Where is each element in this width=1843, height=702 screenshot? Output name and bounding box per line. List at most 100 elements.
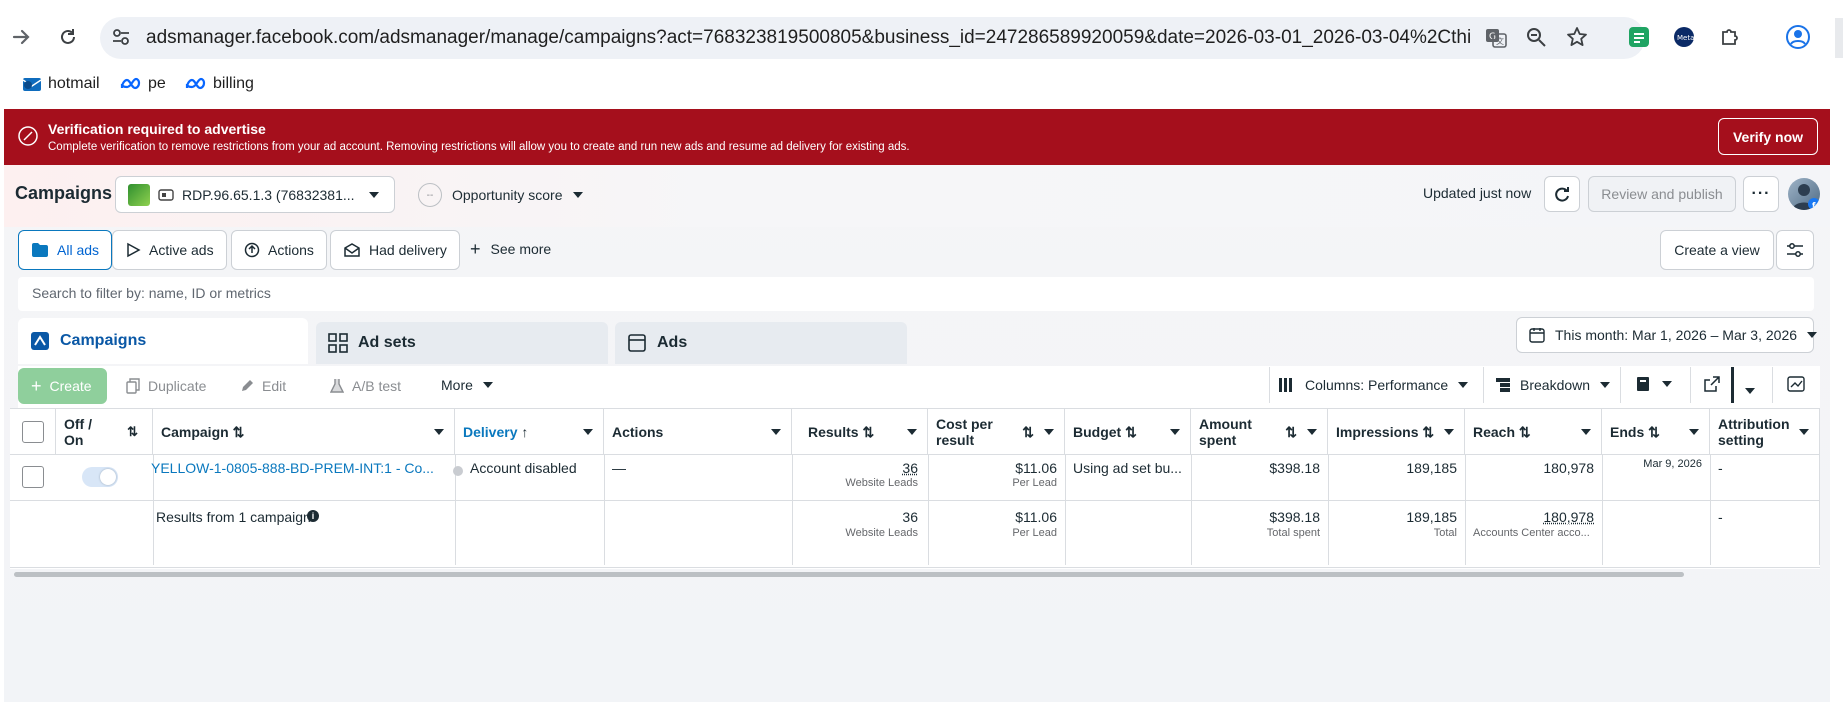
forward-icon[interactable] (5, 21, 37, 53)
breakdown-icon (1496, 378, 1510, 392)
col-header-ends[interactable]: Ends ⇅ (1602, 409, 1710, 455)
summary-impressions-subtext: Total (1433, 527, 1457, 539)
col-header-offon[interactable]: Off / On ⇅ (56, 409, 153, 455)
info-icon[interactable]: i (307, 510, 319, 522)
zoom-out-icon[interactable] (1525, 26, 1547, 48)
view-settings-button[interactable] (1776, 230, 1814, 270)
chevron-down-icon (1307, 428, 1317, 435)
campaigns-table: Off / On ⇅ Campaign ⇅ Delivery ↑ Actions… (10, 408, 1820, 569)
col-header-campaign[interactable]: Campaign ⇅ (153, 409, 455, 455)
header-label-wrap: Reach ⇅ (1473, 424, 1531, 440)
tab-campaigns[interactable]: Campaigns (18, 318, 308, 364)
col-header-budget[interactable]: Budget ⇅ (1065, 409, 1191, 455)
ab-test-button[interactable]: A/B test (318, 368, 414, 404)
tab-ad-sets[interactable]: Ad sets (316, 322, 608, 364)
filter-had-delivery[interactable]: Had delivery (330, 230, 460, 270)
filter-active-ads[interactable]: Active ads (112, 230, 227, 270)
sort-icon: ⇅ (1285, 423, 1297, 440)
sort-icon: ⇅ (862, 423, 875, 440)
duplicate-label: Duplicate (148, 378, 207, 394)
bookmark-label: billing (213, 75, 254, 92)
create-view-button[interactable]: Create a view (1660, 230, 1774, 270)
breakdown-dropdown[interactable]: Breakdown (1496, 377, 1611, 393)
columns-icon (1279, 378, 1295, 392)
chart-icon[interactable] (1787, 376, 1805, 392)
refresh-icon (1553, 185, 1571, 203)
chevron-down-icon (1458, 382, 1469, 388)
col-header-cost-per-result[interactable]: Cost per result ⇅ (928, 409, 1065, 455)
more-label: More (441, 377, 473, 393)
reload-icon[interactable] (52, 21, 84, 53)
extension-meta-icon[interactable]: Meta (1673, 26, 1695, 48)
search-input[interactable]: Search to filter by: name, ID or metrics (18, 277, 1814, 311)
col-header-amount-spent[interactable]: Amount spent ⇅ (1191, 409, 1328, 455)
summary-impressions: 189,185 (1406, 509, 1457, 525)
toolbar-divider (1731, 367, 1734, 403)
summary-attribution: - (1718, 509, 1723, 525)
opportunity-score-dropdown[interactable]: Opportunity score (452, 187, 583, 203)
bookmark-pe[interactable]: pe (120, 72, 166, 96)
pencil-icon (240, 379, 254, 393)
tab-label: Ad sets (358, 334, 416, 351)
table-row[interactable]: YELLOW-1-0805-888-BD-PREM-INT:1 - Co... … (10, 455, 1820, 500)
toggle-knob (100, 469, 116, 485)
col-header-results[interactable]: Results ⇅ (792, 409, 928, 455)
refresh-button[interactable] (1544, 176, 1580, 212)
filter-all-ads[interactable]: All ads (18, 230, 113, 270)
user-avatar[interactable]: f (1788, 178, 1820, 210)
summary-amount-spent: $398.18 (1269, 509, 1320, 525)
plus-icon: + (470, 239, 481, 259)
chevron-down-icon (1799, 428, 1809, 435)
updated-status: Updated just now (1423, 185, 1532, 201)
export-chevron-icon[interactable] (1745, 381, 1755, 399)
verify-now-button[interactable]: Verify now (1718, 118, 1818, 155)
columns-dropdown[interactable]: Columns: Performance (1279, 377, 1469, 393)
campaign-toggle[interactable] (82, 467, 118, 487)
cost-per-result-subtext: Per Lead (1012, 477, 1057, 489)
create-button[interactable]: + Create (18, 368, 107, 404)
edit-button[interactable]: Edit (228, 368, 302, 404)
bookmark-hotmail[interactable]: hotmail (22, 72, 100, 96)
chevron-down-icon (1600, 382, 1611, 388)
select-all-header (10, 409, 56, 455)
filter-label: All ads (57, 242, 100, 258)
extensions-puzzle-icon[interactable] (1719, 26, 1741, 48)
more-options-button[interactable]: ··· (1743, 176, 1779, 212)
ab-test-label: A/B test (352, 378, 402, 394)
review-and-publish-button[interactable]: Review and publish (1588, 176, 1736, 212)
site-settings-icon[interactable] (110, 26, 132, 48)
summary-reach[interactable]: 180,978 (1465, 509, 1594, 525)
select-all-checkbox[interactable] (22, 420, 44, 443)
filter-actions[interactable]: Actions (231, 230, 327, 270)
row-checkbox[interactable] (22, 466, 44, 488)
tab-ads[interactable]: Ads (615, 322, 907, 364)
translate-icon[interactable]: G文 (1484, 26, 1508, 50)
col-header-attribution[interactable]: Attribution setting (1710, 409, 1820, 455)
export-icon[interactable] (1704, 376, 1720, 392)
header-controls: ⇅ (1022, 424, 1054, 440)
campaign-name-link[interactable]: YELLOW-1-0805-888-BD-PREM-INT:1 - Co... (151, 460, 446, 476)
chevron-down-icon (1444, 428, 1454, 435)
see-more-button[interactable]: + See more (470, 239, 551, 259)
reports-dropdown[interactable] (1636, 376, 1672, 392)
account-selector[interactable]: RDP.96.65.1.3 (76832381... (115, 176, 395, 213)
col-header-actions[interactable]: Actions (604, 409, 792, 455)
date-range-picker[interactable]: This month: Mar 1, 2026 – Mar 3, 2026 (1516, 317, 1818, 353)
calendar-icon (1529, 327, 1545, 343)
header-label: Reach (1473, 423, 1516, 440)
more-dropdown[interactable]: More (441, 377, 493, 393)
col-header-impressions[interactable]: Impressions ⇅ (1328, 409, 1465, 455)
sort-icon: ⇅ (1648, 423, 1660, 440)
header-label: Budget (1073, 423, 1122, 440)
url-text[interactable]: adsmanager.facebook.com/adsmanager/manag… (146, 27, 1471, 49)
horizontal-scrollbar[interactable] (14, 572, 1684, 577)
bookmark-billing[interactable]: billing (185, 72, 254, 96)
col-header-delivery[interactable]: Delivery ↑ (455, 409, 604, 455)
bookmark-star-icon[interactable] (1566, 26, 1588, 48)
profile-icon[interactable] (1785, 24, 1811, 50)
results-value[interactable]: 36 (792, 460, 918, 476)
duplicate-button[interactable]: Duplicate (114, 368, 220, 404)
extension-green-icon[interactable] (1628, 26, 1650, 48)
col-header-reach[interactable]: Reach ⇅ (1465, 409, 1602, 455)
header-label-wrap: Budget ⇅ (1073, 424, 1137, 440)
